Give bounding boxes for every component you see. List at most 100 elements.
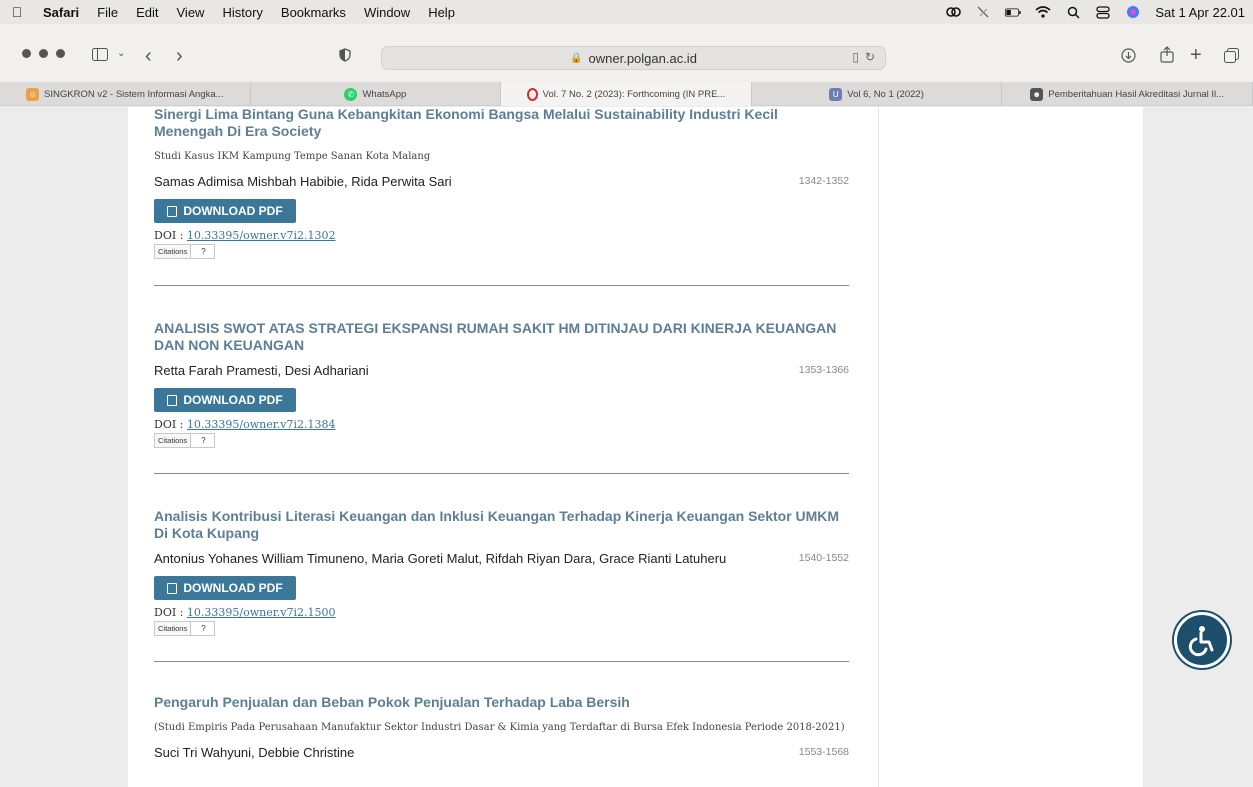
doi-prefix: DOI : bbox=[154, 606, 187, 619]
menubar-clock[interactable]: Sat 1 Apr 22.01 bbox=[1155, 5, 1245, 20]
citations-label: Citations bbox=[154, 621, 192, 636]
lock-icon: 🔒 bbox=[570, 52, 583, 64]
tab-label: Vol 6, No 1 (2022) bbox=[847, 88, 924, 100]
download-pdf-button[interactable]: DOWNLOAD PDF bbox=[154, 576, 296, 600]
tab-akreditasi[interactable]: ☻ Pemberitahuan Hasil Akreditasi Jurnal … bbox=[1002, 82, 1253, 106]
creative-cloud-icon[interactable] bbox=[945, 5, 961, 19]
article-divider bbox=[154, 473, 849, 474]
zoom-window-button[interactable] bbox=[56, 49, 65, 58]
chevron-down-icon[interactable]: ⌄ bbox=[117, 48, 125, 59]
wifi-icon[interactable] bbox=[1035, 5, 1051, 19]
menu-view[interactable]: View bbox=[168, 5, 214, 20]
article-item: Analisis Kontribusi Literasi Keuangan da… bbox=[154, 508, 849, 636]
doi-line: DOI : 10.33395/owner.v7i2.1500 bbox=[154, 606, 849, 619]
tab-label: Pemberitahuan Hasil Akreditasi Jurnal Il… bbox=[1048, 88, 1225, 100]
citations-count: ? bbox=[191, 621, 215, 636]
tab-whatsapp[interactable]: ✆ WhatsApp bbox=[251, 82, 502, 106]
pdf-button-label: DOWNLOAD PDF bbox=[183, 393, 283, 407]
pdf-button-label: DOWNLOAD PDF bbox=[183, 204, 283, 218]
article-authors: Suci Tri Wahyuni, Debbie Christine bbox=[154, 745, 355, 760]
tab-label: WhatsApp bbox=[362, 88, 407, 100]
menu-app[interactable]: Safari bbox=[34, 5, 88, 20]
article-meta: Antonius Yohanes William Timuneno, Maria… bbox=[154, 550, 849, 568]
article-authors: Retta Farah Pramesti, Desi Adhariani bbox=[154, 363, 369, 378]
citations-count: ? bbox=[191, 433, 215, 448]
menu-window[interactable]: Window bbox=[355, 5, 419, 20]
content-column: Sinergi Lima Bintang Guna Kebangkitan Ek… bbox=[128, 107, 1143, 787]
article-subtitle: (Studi Empiris Pada Perusahaan Manufaktu… bbox=[154, 722, 845, 733]
article-pages: 1353-1366 bbox=[798, 364, 849, 376]
smiley-icon: ☺ bbox=[26, 87, 40, 101]
citations-label: Citations bbox=[154, 433, 192, 448]
doi-line: DOI : 10.33395/owner.v7i2.1302 bbox=[154, 229, 849, 242]
article-pages: 1342-1352 bbox=[798, 175, 849, 187]
article-title-link[interactable]: Analisis Kontribusi Literasi Keuangan da… bbox=[154, 508, 849, 542]
article-meta: Suci Tri Wahyuni, Debbie Christine 1553-… bbox=[154, 744, 849, 762]
close-window-button[interactable] bbox=[22, 49, 31, 58]
article-pages: 1553-1568 bbox=[798, 746, 849, 758]
forward-button[interactable]: › bbox=[176, 45, 183, 68]
doi-link[interactable]: 10.33395/owner.v7i2.1500 bbox=[187, 606, 336, 619]
accessibility-button[interactable] bbox=[1174, 612, 1230, 668]
doi-link[interactable]: 10.33395/owner.v7i2.1384 bbox=[187, 418, 336, 431]
menu-help[interactable]: Help bbox=[419, 5, 464, 20]
download-pdf-button[interactable]: DOWNLOAD PDF bbox=[154, 388, 296, 412]
doi-prefix: DOI : bbox=[154, 418, 187, 431]
new-tab-button[interactable]: + bbox=[1190, 44, 1202, 67]
avatar-icon: ☻ bbox=[1030, 87, 1044, 101]
citations-badge[interactable]: Citations ? bbox=[154, 621, 849, 636]
address-text: owner.polgan.ac.id bbox=[588, 50, 697, 66]
tab-bar: ☺ SINGKRON v2 - Sistem Informasi Angka..… bbox=[0, 82, 1253, 106]
tab-overview-icon[interactable] bbox=[1224, 48, 1239, 63]
whatsapp-icon: ✆ bbox=[344, 87, 358, 101]
menu-bookmarks[interactable]: Bookmarks bbox=[272, 5, 355, 20]
translate-icon[interactable]: ▯ bbox=[852, 50, 859, 64]
sidebar-divider bbox=[878, 107, 879, 787]
share-icon[interactable] bbox=[1160, 46, 1174, 63]
tab-label: SINGKRON v2 - Sistem Informasi Angka... bbox=[44, 88, 224, 100]
citations-count: ? bbox=[191, 244, 215, 259]
citations-badge[interactable]: Citations ? bbox=[154, 433, 849, 448]
minimize-window-button[interactable] bbox=[39, 49, 48, 58]
spotlight-search-icon[interactable] bbox=[1065, 5, 1081, 19]
article-title-link[interactable]: ANALISIS SWOT ATAS STRATEGI EKSPANSI RUM… bbox=[154, 320, 849, 354]
menu-history[interactable]: History bbox=[213, 5, 271, 20]
article-item: ANALISIS SWOT ATAS STRATEGI EKSPANSI RUM… bbox=[154, 320, 849, 448]
browser-toolbar: ⌄ ‹ › 🔒 owner.polgan.ac.id ▯ ↻ + bbox=[0, 24, 1253, 86]
downloads-icon[interactable] bbox=[1121, 48, 1136, 63]
article-meta: Retta Farah Pramesti, Desi Adhariani 135… bbox=[154, 362, 849, 380]
reload-icon[interactable]: ↻ bbox=[865, 50, 875, 64]
article-subtitle: Studi Kasus IKM Kampung Tempe Sanan Kota… bbox=[154, 151, 431, 162]
doi-link[interactable]: 10.33395/owner.v7i2.1302 bbox=[187, 229, 336, 242]
web-page: Sinergi Lima Bintang Guna Kebangkitan Ek… bbox=[8, 107, 1253, 787]
menu-edit[interactable]: Edit bbox=[127, 5, 167, 20]
battery-icon[interactable] bbox=[1005, 5, 1022, 19]
article-item: Sinergi Lima Bintang Guna Kebangkitan Ek… bbox=[154, 107, 849, 259]
file-pdf-icon bbox=[167, 205, 178, 217]
article-title-link[interactable]: Pengaruh Penjualan dan Beban Pokok Penju… bbox=[154, 694, 849, 711]
address-bar[interactable]: 🔒 owner.polgan.ac.id ▯ ↻ bbox=[381, 46, 886, 70]
back-button[interactable]: ‹ bbox=[145, 45, 152, 68]
tab-vol6[interactable]: U Vol 6, No 1 (2022) bbox=[752, 82, 1003, 106]
pdf-button-label: DOWNLOAD PDF bbox=[183, 581, 283, 595]
article-divider bbox=[154, 285, 849, 286]
article-title-link[interactable]: Sinergi Lima Bintang Guna Kebangkitan Ek… bbox=[154, 107, 849, 140]
citations-badge[interactable]: Citations ? bbox=[154, 244, 849, 259]
sidebar-toggle-icon[interactable] bbox=[92, 48, 108, 61]
article-authors: Antonius Yohanes William Timuneno, Maria… bbox=[154, 551, 727, 566]
download-pdf-button[interactable]: DOWNLOAD PDF bbox=[154, 199, 296, 223]
address-actions: ▯ ↻ bbox=[852, 50, 875, 64]
doi-prefix: DOI : bbox=[154, 229, 187, 242]
article-pages: 1540-1552 bbox=[798, 552, 849, 564]
apple-icon[interactable]:  bbox=[0, 4, 34, 20]
siri-icon[interactable] bbox=[1125, 5, 1141, 19]
u-icon: U bbox=[829, 87, 843, 101]
privacy-shield-icon[interactable] bbox=[339, 48, 351, 62]
menu-file[interactable]: File bbox=[88, 5, 127, 20]
tab-forthcoming[interactable]: Vol. 7 No. 2 (2023): Forthcoming (IN PRE… bbox=[501, 82, 752, 106]
article-meta: Samas Adimisa Mishbah Habibie, Rida Perw… bbox=[154, 173, 849, 191]
tab-singkron[interactable]: ☺ SINGKRON v2 - Sistem Informasi Angka..… bbox=[0, 82, 251, 106]
pen-off-icon[interactable] bbox=[975, 5, 991, 19]
control-center-icon[interactable] bbox=[1095, 5, 1111, 19]
article-divider bbox=[154, 661, 849, 662]
